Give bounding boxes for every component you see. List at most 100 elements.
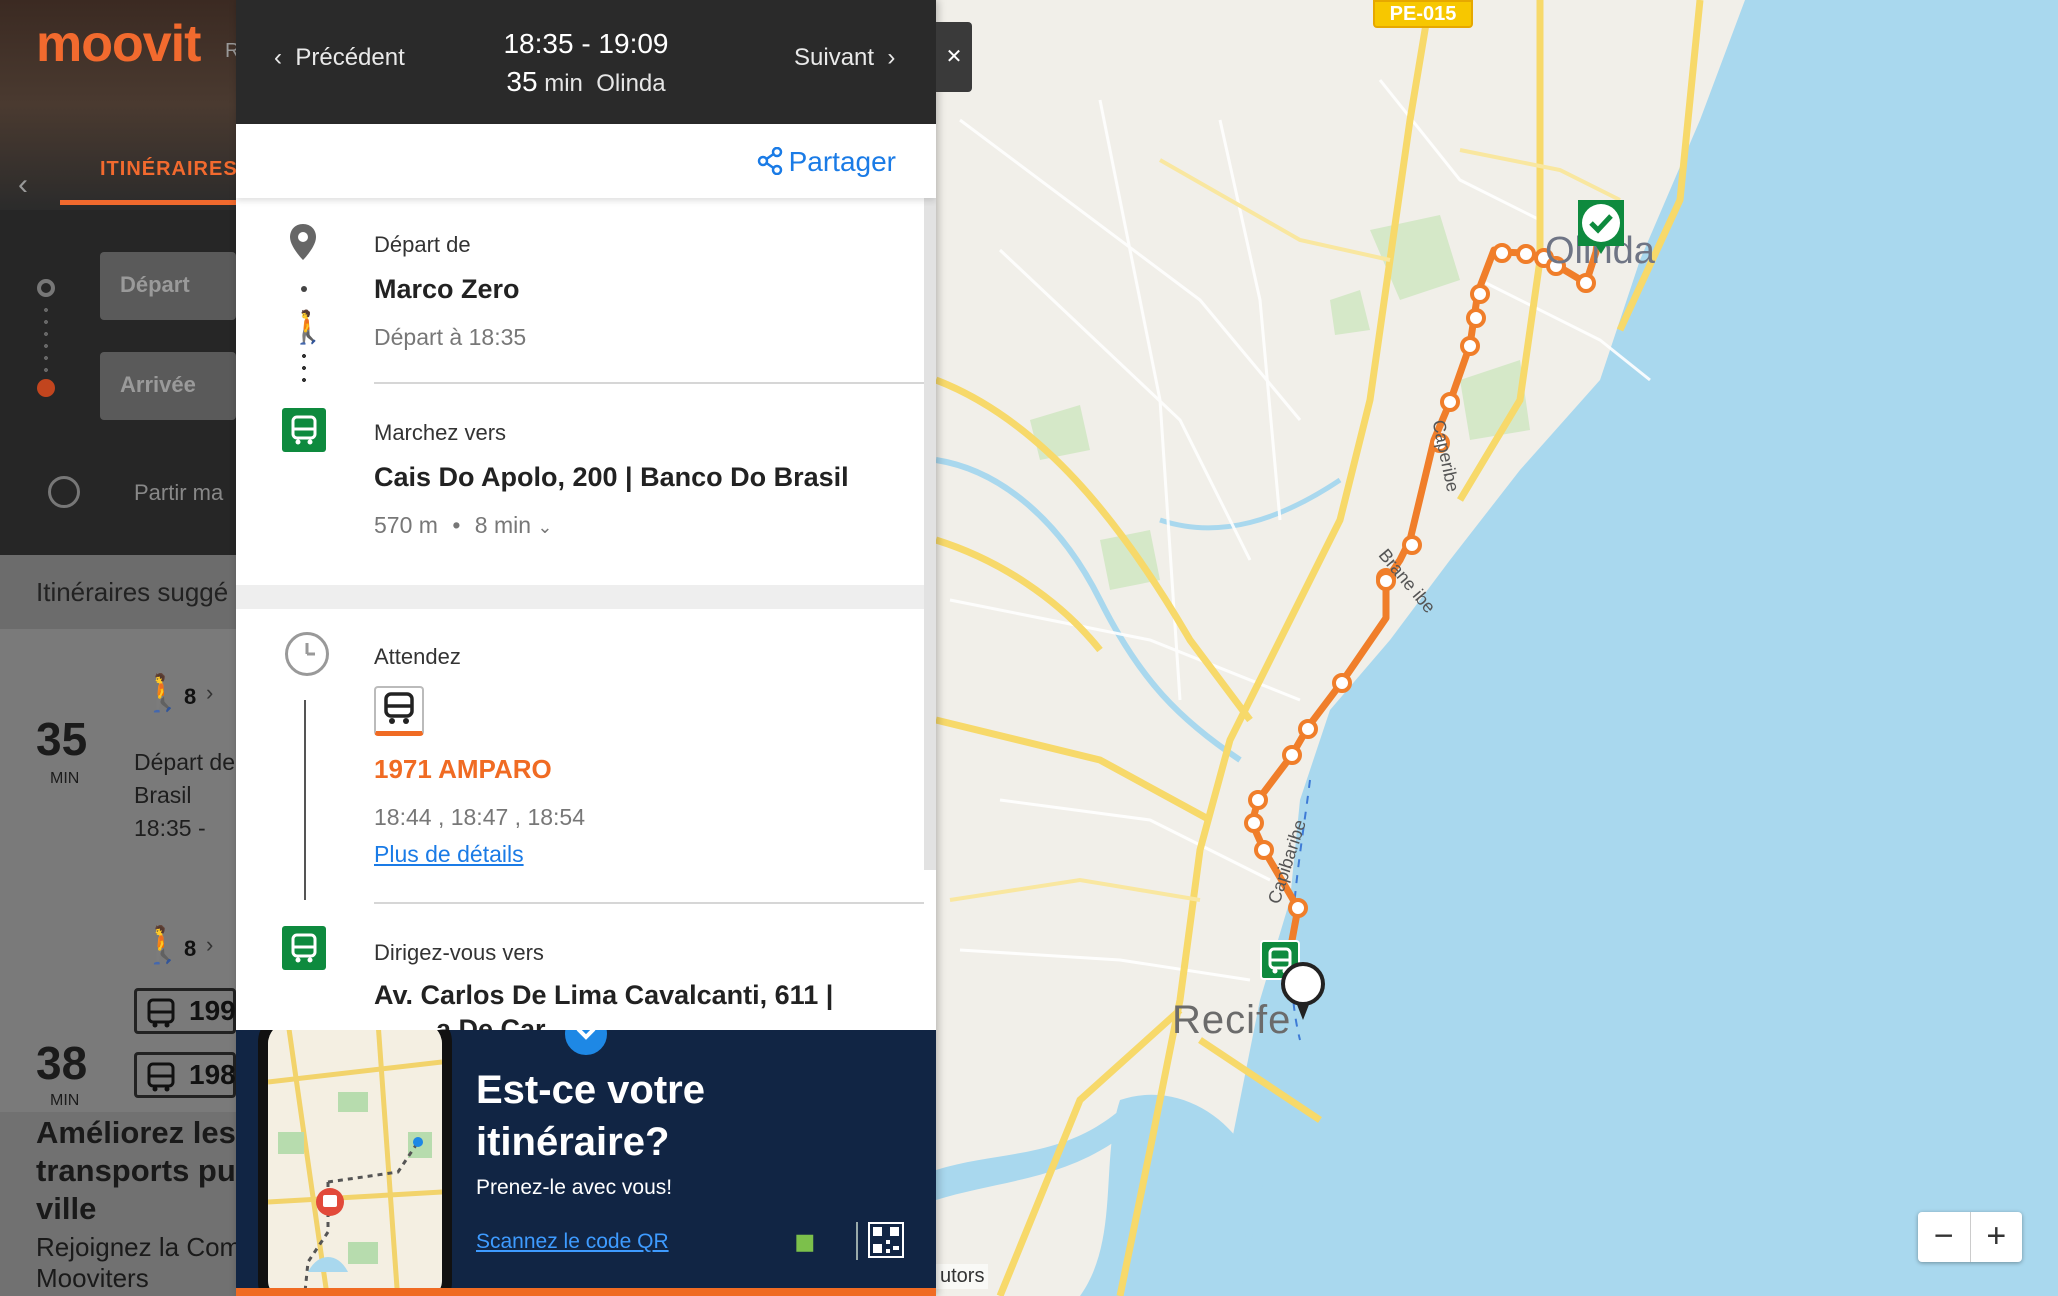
highway-sign: PE-015 [1373, 0, 1473, 28]
walk-icon: 🚶 [140, 672, 185, 713]
walk-time: 8 min [474, 512, 532, 538]
destination-dot-icon [37, 379, 55, 397]
step-walk-title: Cais Do Apolo, 200 | Banco Do Brasil [374, 462, 849, 492]
qr-code-icon[interactable] [868, 1222, 904, 1258]
close-panel-button[interactable]: ✕ [936, 22, 972, 92]
step-wait-label: Attendez [374, 644, 461, 669]
walk-distance: 570 m [374, 512, 438, 538]
leave-now-selector[interactable]: Partir ma [134, 480, 223, 506]
detail-header: ‹ Précédent 18:35 - 19:09 35 min Olinda … [236, 0, 936, 124]
bus-line-name[interactable]: 1971 AMPARO [374, 754, 552, 785]
step-start-title: Marco Zero [374, 274, 520, 304]
result-duration-unit: MIN [50, 1092, 80, 1109]
result-duration[interactable]: 38 [36, 1036, 87, 1090]
tab-itineraries[interactable]: ITINÉRAIRES [100, 158, 236, 181]
duration-unit: min [544, 70, 583, 97]
walk-icon: 🚶 [288, 309, 328, 345]
tab-underline [60, 200, 236, 205]
map-label-recife: Recife [1172, 998, 1292, 1042]
dot-separator: • [452, 512, 461, 538]
destination-name: Olinda [596, 70, 666, 97]
phone-map-image [268, 1030, 442, 1296]
promo-title-line: transports pub [36, 1153, 236, 1188]
back-chevron-icon[interactable]: ‹ [18, 168, 28, 202]
divider [856, 1222, 858, 1260]
share-icon [757, 146, 782, 176]
result-line-3: 18:35 - [134, 815, 206, 841]
step-start-meta: Départ à 18:35 [374, 324, 527, 350]
promo-accent-bar [236, 1288, 936, 1296]
bus-icon [374, 686, 424, 736]
divider [374, 902, 924, 904]
close-icon: ✕ [945, 46, 963, 68]
scan-qr-link[interactable]: Scannez le code QR [476, 1230, 669, 1254]
share-button[interactable]: Partager [757, 146, 896, 178]
promo-title-line: ville [36, 1191, 97, 1226]
arrival-field[interactable]: Arrivée [100, 352, 236, 420]
promo-title-line: itinéraire? [476, 1120, 670, 1164]
section-separator [236, 585, 924, 609]
chevron-right-icon: › [206, 680, 214, 705]
step-goto-label: Dirigez-vous vers [374, 940, 544, 965]
bus-line-chip[interactable]: 198 [134, 1052, 236, 1098]
step-goto-title: Av. Carlos De Lima Cavalcanti, 611 | [374, 980, 834, 1010]
wait-timeline [304, 700, 306, 900]
route-dots [44, 304, 48, 372]
suggested-heading: Itinéraires suggé [0, 555, 236, 629]
walk-minutes: 8 [184, 936, 197, 961]
zoom-out-button[interactable]: − [1918, 1212, 1971, 1262]
promo-title-line: Améliorez les [36, 1115, 236, 1150]
promo-title: Est-ce votre itinéraire? [476, 1064, 705, 1168]
result-duration-unit: MIN [50, 770, 80, 787]
community-promo-title: Améliorez les transports pub ville [36, 1114, 236, 1228]
promo-sub-line: Mooviters [36, 1263, 149, 1293]
chevron-right-icon: › [206, 932, 214, 957]
duration-value: 35 [506, 66, 538, 97]
next-departures: 18:44 , 18:47 , 18:54 [374, 804, 586, 830]
result-line-1: Départ de [134, 749, 236, 775]
community-promo-sub[interactable]: Rejoignez la Com Mooviters [36, 1232, 236, 1294]
map-attribution[interactable]: utors [936, 1264, 989, 1289]
app-promo-banner: Est-ce votre itinéraire? Prenez-le avec … [236, 1030, 936, 1296]
bus-icon [145, 997, 177, 1036]
left-app-panel: moovit R ‹ ITINÉRAIRES Départ Arrivée Pa… [0, 0, 236, 1296]
departure-field[interactable]: Départ [100, 252, 236, 320]
step-walk-meta[interactable]: 570 m • 8 min ⌄ [374, 512, 553, 539]
chevron-down-icon: ⌄ [537, 517, 553, 537]
more-details-link[interactable]: Plus de détails [374, 841, 524, 868]
promo-title-line: Est-ce votre [476, 1068, 705, 1112]
walk-dots [302, 350, 306, 388]
clock-icon [285, 632, 329, 676]
divider [374, 382, 924, 384]
bus-line-number: 198 [189, 1059, 236, 1090]
bus-stop-icon [282, 926, 326, 970]
walk-minutes: 8 [184, 684, 197, 709]
zoom-control: − + [1918, 1212, 2022, 1262]
walk-icon: 🚶 [140, 924, 185, 965]
zoom-in-button[interactable]: + [1971, 1212, 2023, 1262]
result-line-2: Brasil [134, 782, 192, 808]
origin-dot-icon [37, 279, 55, 297]
bus-icon [145, 1061, 177, 1100]
next-label: Suivant [794, 44, 875, 71]
result-duration[interactable]: 35 [36, 712, 87, 766]
bus-stop-icon [282, 408, 326, 452]
chevron-right-icon: › [887, 44, 896, 71]
location-pin-icon [288, 222, 318, 267]
bus-line-number: 199 [189, 995, 236, 1026]
collapse-chevron-icon[interactable] [562, 1030, 610, 1058]
logo-suffix: R [225, 40, 236, 62]
dot-separator [301, 286, 307, 292]
step-start-label: Départ de [374, 232, 471, 257]
next-button[interactable]: Suivant › [794, 44, 895, 72]
promo-subtitle: Prenez-le avec vous! [476, 1176, 673, 1199]
moovit-logo[interactable]: moovit [36, 14, 201, 74]
step-walk-label: Marchez vers [374, 420, 507, 445]
clock-icon [48, 476, 80, 508]
promo-sub-line: Rejoignez la Com [36, 1232, 236, 1262]
android-icon[interactable]: ◼ [794, 1226, 816, 1256]
share-label: Partager [788, 146, 896, 177]
phone-mockup [258, 1030, 452, 1296]
bus-line-chip[interactable]: 199 [134, 988, 236, 1034]
scrollbar[interactable] [924, 198, 936, 870]
